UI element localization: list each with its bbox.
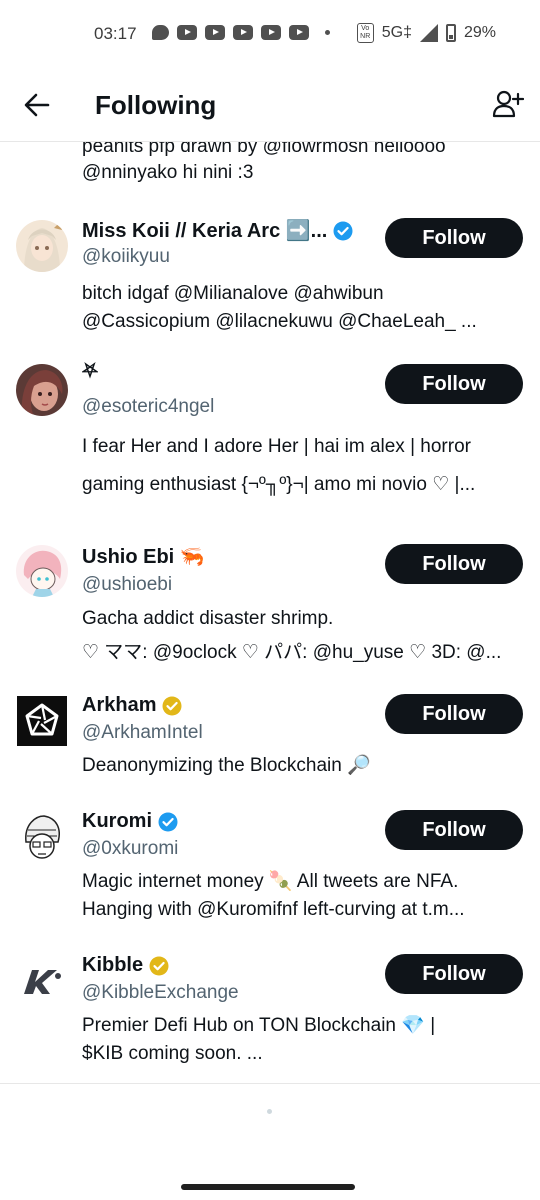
avatar[interactable] (16, 545, 68, 597)
name-line: Miss Koii // Keria Arc ➡️... (82, 218, 353, 243)
name-line: ⛧ (82, 360, 98, 383)
display-name: Ushio Ebi 🦐 (82, 546, 205, 568)
status-time: 03:17 (94, 24, 137, 43)
avatar[interactable] (16, 956, 68, 1008)
user-handle: @ushioebi (82, 574, 173, 595)
page-title: Following (95, 90, 217, 120)
youtube-notification-icon (205, 25, 225, 40)
status-bar: 03:17 Vo NR 5G‡ 29% (0, 0, 540, 70)
avatar-image (16, 812, 68, 864)
bio-line: @nninyako hi nini :3 (82, 162, 254, 183)
user-handle: @KibbleExchange (82, 982, 239, 1003)
youtube-notification-icon (177, 25, 197, 40)
follow-button[interactable]: Follow (385, 694, 523, 734)
avatar[interactable] (17, 696, 67, 746)
user-bio: Gacha addict disaster shrimp. ♡ ママ: @9oc… (82, 602, 522, 670)
user-handle: @ArkhamIntel (82, 722, 203, 743)
name-line: Kibble (82, 954, 169, 977)
follow-button[interactable]: Follow (385, 810, 523, 850)
user-handle: @0xkuromi (82, 838, 179, 859)
home-gesture-bar[interactable] (181, 1184, 355, 1190)
bio-line: gaming enthusiast {¬º╖º}¬| amo mi novio … (82, 474, 476, 495)
bio-line: peanits pfp drawn by @flowrmosh helloooo (82, 142, 446, 157)
name-line: Ushio Ebi 🦐 (82, 544, 205, 569)
system-status: Vo NR 5G‡ 29% (356, 23, 496, 43)
follow-button[interactable]: Follow (385, 218, 523, 258)
notification-icons (152, 25, 338, 40)
youtube-notification-icon (233, 25, 253, 40)
avatar-image (16, 220, 68, 272)
network-type: 5G‡ (381, 24, 412, 41)
user-row-ushioebi[interactable]: Ushio Ebi 🦐 @ushioebi Gacha addict disas… (0, 544, 540, 674)
user-bio: bitch idgaf @Milianalove @ahwibun @Cassi… (82, 280, 522, 336)
verified-badge-icon (333, 221, 353, 240)
avatar[interactable] (16, 220, 68, 272)
avatar[interactable] (16, 364, 68, 416)
bio-line: Hanging with @Kuromifnf left-curving at … (82, 899, 465, 920)
verified-gold-badge-icon (149, 956, 169, 975)
bio-line: Gacha addict disaster shrimp. (82, 608, 334, 629)
signal-icon (419, 24, 438, 42)
user-bio: Magic internet money 🍡 All tweets are NF… (82, 868, 522, 924)
bio-line: I fear Her and I adore Her | hai im alex… (82, 436, 471, 457)
display-name: Kuromi (82, 810, 152, 832)
user-row-arkhamintel[interactable]: Arkham @ArkhamIntel Deanonymizing the Bl… (0, 694, 540, 794)
user-bio: I fear Her and I adore Her | hai im alex… (82, 428, 522, 504)
user-row-koiikyuu[interactable]: Miss Koii // Keria Arc ➡️... @koiikyuu b… (0, 218, 540, 348)
arrow-left-icon (24, 93, 50, 117)
loading-indicator (267, 1109, 272, 1114)
name-line: Kuromi (82, 810, 178, 833)
display-name: Miss Koii // Keria Arc ➡️... (82, 220, 328, 242)
youtube-notification-icon (261, 25, 281, 40)
verified-gold-badge-icon (162, 696, 182, 715)
avatar[interactable] (16, 812, 68, 864)
arkham-logo-icon (17, 696, 67, 746)
avatar-image (16, 364, 68, 416)
verified-badge-icon (158, 812, 178, 831)
follow-button[interactable]: Follow (385, 364, 523, 404)
back-button[interactable] (22, 90, 52, 120)
follow-button[interactable]: Follow (385, 954, 523, 994)
bio-line: bitch idgaf @Milianalove @ahwibun (82, 283, 384, 304)
display-name: Kibble (82, 954, 144, 976)
add-user-button[interactable] (492, 88, 525, 120)
youtube-notification-icon (289, 25, 309, 40)
bio-line: Deanonymizing the Blockchain 🔎 (82, 755, 371, 776)
user-handle: @esoteric4ngel (82, 396, 215, 417)
user-row-kibbleexchange[interactable]: Kibble @KibbleExchange Premier Defi Hub … (0, 954, 540, 1074)
bio-line: @Cassicopium @lilacnekuwu @ChaeLeah_ ... (82, 311, 477, 332)
user-bio: Premier Defi Hub on TON Blockchain 💎 | $… (82, 1012, 522, 1068)
user-row-esoteric4ngel[interactable]: ⛧ @esoteric4ngel I fear Her and I adore … (0, 360, 540, 524)
bio-line: $KIB coming soon. ... (82, 1043, 263, 1064)
bio-line: Magic internet money 🍡 All tweets are NF… (82, 871, 459, 892)
bio-line: Premier Defi Hub on TON Blockchain 💎 | (82, 1015, 436, 1036)
user-row-0xkuromi[interactable]: Kuromi @0xkuromi Magic internet money 🍡 … (0, 810, 540, 930)
top-app-bar: Following (0, 70, 540, 142)
name-line: Arkham (82, 694, 182, 717)
user-handle: @koiikyuu (82, 246, 170, 267)
chat-notification-icon (152, 25, 169, 40)
follow-button[interactable]: Follow (385, 544, 523, 584)
display-name: ⛧ (82, 360, 98, 382)
kibble-logo-icon (16, 956, 68, 1008)
following-list[interactable]: peanits pfp drawn by @flowrmosh helloooo… (0, 142, 540, 1084)
battery-percent: 29% (463, 24, 496, 41)
bio-line: ♡ ママ: @9oclock ♡ パパ: @hu_yuse ♡ 3D: @... (82, 642, 502, 663)
previous-user-bio: peanits pfp drawn by @flowrmosh helloooo… (82, 142, 522, 186)
user-bio: Deanonymizing the Blockchain 🔎 (82, 752, 522, 780)
avatar-image (16, 545, 68, 597)
more-notifications-dot-icon (325, 30, 330, 35)
add-user-icon (492, 90, 525, 118)
display-name: Arkham (82, 694, 157, 716)
battery-icon (445, 24, 456, 42)
volte-icon: Vo NR (356, 23, 374, 43)
